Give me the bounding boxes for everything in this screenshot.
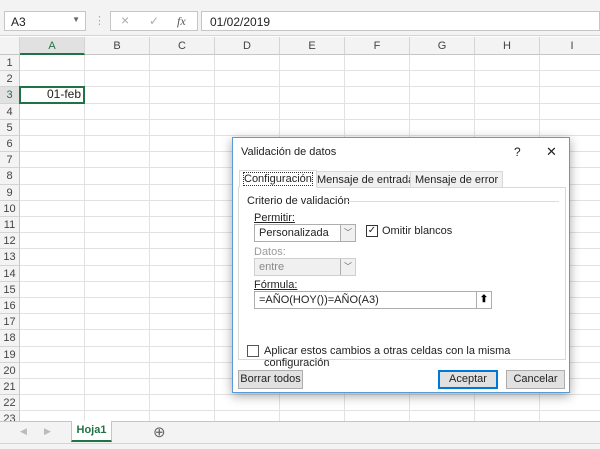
name-box-value: A3 <box>11 15 26 29</box>
row-header-13[interactable]: 13 <box>0 249 20 266</box>
row-header-1[interactable]: 1 <box>0 55 20 72</box>
tab-configuracion[interactable]: Configuración <box>239 170 317 188</box>
row-header-6[interactable]: 6 <box>0 136 20 153</box>
allow-label: Permitir: <box>254 212 295 224</box>
row-header-9[interactable]: 9 <box>0 184 20 201</box>
gridline <box>84 55 85 421</box>
column-header-D[interactable]: D <box>215 37 280 55</box>
column-header-B[interactable]: B <box>85 37 150 55</box>
ok-button[interactable]: Aceptar <box>438 370 498 389</box>
row-header-19[interactable]: 19 <box>0 346 20 363</box>
gridline <box>20 410 600 412</box>
column-header-E[interactable]: E <box>280 37 345 55</box>
chevron-down-icon: ﹀ <box>340 225 355 241</box>
chevron-down-icon[interactable]: ▼ <box>72 15 80 24</box>
gridline <box>20 102 600 104</box>
apply-all-checkbox[interactable] <box>247 345 259 357</box>
formula-value: =AÑO(HOY())=AÑO(A3) <box>259 294 379 306</box>
gridline <box>20 86 600 88</box>
tab-mensaje-entrada[interactable]: Mensaje de entrada <box>312 171 420 188</box>
select-all-corner[interactable] <box>0 37 20 55</box>
row-header-17[interactable]: 17 <box>0 314 20 331</box>
scroll-left-icon[interactable]: ◀ <box>20 426 27 437</box>
grip-icon: ⋮ <box>94 15 105 27</box>
formula-label: Fórmula: <box>254 279 298 291</box>
row-header-7[interactable]: 7 <box>0 152 20 169</box>
row-header-14[interactable]: 14 <box>0 265 20 282</box>
formula-buttons: × ✓ fx <box>110 11 198 31</box>
apply-all-label: Aplicar estos cambios a otras celdas con… <box>264 345 511 369</box>
column-header-H[interactable]: H <box>475 37 540 55</box>
row-header-15[interactable]: 15 <box>0 281 20 298</box>
help-icon[interactable]: ? <box>514 145 521 159</box>
tab-mensaje-error[interactable]: Mensaje de error <box>410 171 504 188</box>
column-header-G[interactable]: G <box>410 37 475 55</box>
row-header-20[interactable]: 20 <box>0 362 20 379</box>
row-header-16[interactable]: 16 <box>0 298 20 315</box>
sheet-tab-bar: ◀ ▶ Hoja1 ⊕ <box>0 421 600 443</box>
ignore-blank-label: Omitir blancos <box>382 225 453 237</box>
scroll-right-icon[interactable]: ▶ <box>44 426 51 437</box>
allow-select[interactable]: Personalizada ﹀ <box>254 224 356 242</box>
column-header-F[interactable]: F <box>345 37 410 55</box>
formula-input[interactable]: 01/02/2019 <box>201 11 600 31</box>
row-header-2[interactable]: 2 <box>0 71 20 88</box>
status-bar <box>0 443 600 449</box>
allow-value: Personalizada <box>259 227 329 239</box>
row-header-18[interactable]: 18 <box>0 330 20 347</box>
cancel-icon[interactable]: × <box>121 12 129 28</box>
gridline <box>20 135 600 136</box>
row-header-21[interactable]: 21 <box>0 379 20 396</box>
section-title: Criterio de validación <box>247 195 350 207</box>
column-header-C[interactable]: C <box>150 37 215 55</box>
ignore-blank-checkbox[interactable]: ✓ <box>366 225 378 237</box>
row-header-12[interactable]: 12 <box>0 233 20 250</box>
row-header-5[interactable]: 5 <box>0 119 20 136</box>
divider <box>347 201 559 202</box>
gridline <box>20 118 600 120</box>
column-header-A[interactable]: A <box>20 37 85 55</box>
gridline <box>149 55 150 421</box>
column-header-I[interactable]: I <box>540 37 600 55</box>
formula-bar-area: A3 ▼ ⋮ × ✓ fx 01/02/2019 <box>0 0 600 36</box>
cancel-button[interactable]: Cancelar <box>506 370 565 389</box>
formula-field[interactable]: =AÑO(HOY())=AÑO(A3) ⬆ <box>254 291 492 309</box>
data-label: Datos: <box>254 246 286 258</box>
data-value: entre <box>259 261 285 273</box>
row-header-22[interactable]: 22 <box>0 395 20 412</box>
cell-a3[interactable]: 01-feb <box>19 86 85 104</box>
sheet-tab-hoja1[interactable]: Hoja1 <box>71 421 112 442</box>
fx-icon[interactable]: fx <box>177 14 186 29</box>
row-header-4[interactable]: 4 <box>0 103 20 120</box>
close-icon[interactable]: ✕ <box>546 144 557 160</box>
data-select: entre ﹀ <box>254 258 356 276</box>
data-validation-dialog: Validación de datos ? ✕ Criterio de vali… <box>232 137 570 393</box>
settings-panel: Criterio de validación Permitir: Persona… <box>238 187 566 369</box>
add-sheet-icon[interactable]: ⊕ <box>153 423 166 441</box>
row-header-23[interactable]: 23 <box>0 411 20 421</box>
clear-all-button[interactable]: Borrar todos <box>238 370 303 389</box>
gridline <box>214 55 215 421</box>
gridline <box>20 394 600 396</box>
row-header-8[interactable]: 8 <box>0 168 20 185</box>
dialog-title: Validación de datos <box>241 146 337 158</box>
enter-icon[interactable]: ✓ <box>149 14 159 28</box>
name-box[interactable]: A3 ▼ <box>4 11 86 31</box>
row-header-11[interactable]: 11 <box>0 217 20 234</box>
row-header-3[interactable]: 3 <box>0 87 20 104</box>
row-header-10[interactable]: 10 <box>0 200 20 217</box>
chevron-down-icon: ﹀ <box>340 259 355 275</box>
collapse-dialog-icon[interactable]: ⬆ <box>476 292 491 308</box>
gridline <box>20 70 600 72</box>
